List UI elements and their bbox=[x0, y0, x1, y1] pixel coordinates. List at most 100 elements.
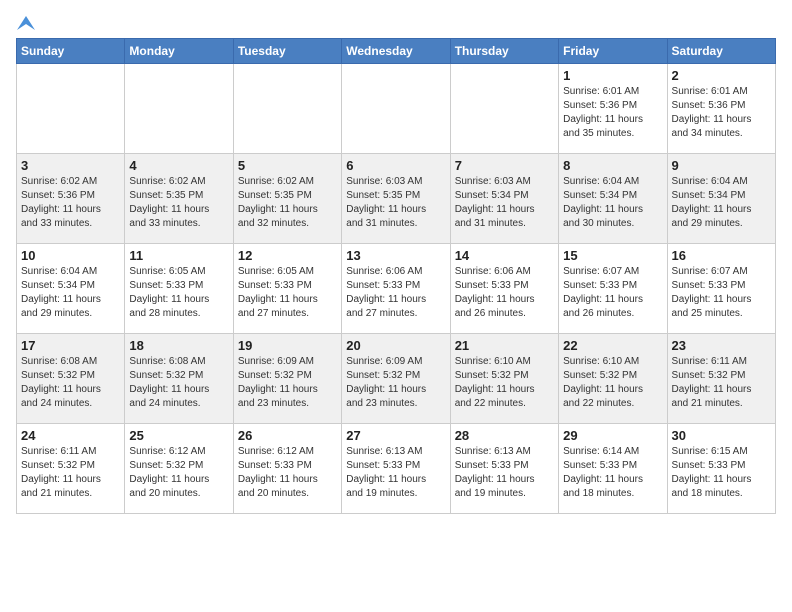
calendar-cell: 22Sunrise: 6:10 AM Sunset: 5:32 PM Dayli… bbox=[559, 334, 667, 424]
calendar-cell: 1Sunrise: 6:01 AM Sunset: 5:36 PM Daylig… bbox=[559, 64, 667, 154]
day-number: 17 bbox=[21, 338, 120, 353]
day-number: 15 bbox=[563, 248, 662, 263]
day-info: Sunrise: 6:08 AM Sunset: 5:32 PM Dayligh… bbox=[129, 355, 228, 411]
day-info: Sunrise: 6:09 AM Sunset: 5:32 PM Dayligh… bbox=[346, 355, 445, 411]
calendar-week-3: 10 Sunrise: 6:04 AM Sunset: 5:34 PM Dayli… bbox=[17, 244, 776, 334]
day-info: Sunrise: 6:04 AM Sunset: 5:34 PM Dayligh… bbox=[563, 175, 662, 231]
day-info: Sunrise: 6:15 AM Sunset: 5:33 PM Dayligh… bbox=[672, 445, 771, 501]
day-number: 29 bbox=[563, 428, 662, 443]
day-number: 3 bbox=[21, 158, 120, 173]
calendar-cell: 15 Sunrise: 6:07 AM Sunset: 5:33 PM Dayli… bbox=[559, 244, 667, 334]
day-number: 5 bbox=[238, 158, 337, 173]
day-info: Sunrise: 6:01 AM Sunset: 5:36 PM Dayligh… bbox=[672, 85, 771, 141]
calendar-cell: 18 Sunrise: 6:08 AM Sunset: 5:32 PM Dayli… bbox=[125, 334, 233, 424]
calendar-cell: 6 Sunrise: 6:03 AM Sunset: 5:35 PM Daylig… bbox=[342, 154, 450, 244]
calendar-cell: 23 Sunrise: 6:11 AM Sunset: 5:32 PM Dayli… bbox=[667, 334, 775, 424]
day-info: Sunrise: 6:11 AM Sunset: 5:32 PM Dayligh… bbox=[672, 355, 771, 411]
day-info: Sunrise: 6:10 AM Sunset: 5:32 PM Dayligh… bbox=[455, 355, 554, 411]
day-info: Sunrise: 6:12 AM Sunset: 5:33 PM Dayligh… bbox=[238, 445, 337, 501]
calendar-cell: 5 Sunrise: 6:02 AM Sunset: 5:35 PM Daylig… bbox=[233, 154, 341, 244]
calendar-cell bbox=[233, 64, 341, 154]
calendar-header-row: SundayMondayTuesdayWednesdayThursdayFrid… bbox=[17, 39, 776, 64]
calendar-cell: 26Sunrise: 6:12 AM Sunset: 5:33 PM Dayli… bbox=[233, 424, 341, 514]
calendar-header-tuesday: Tuesday bbox=[233, 39, 341, 64]
day-info: Sunrise: 6:13 AM Sunset: 5:33 PM Dayligh… bbox=[455, 445, 554, 501]
day-info: Sunrise: 6:11 AM Sunset: 5:32 PM Dayligh… bbox=[21, 445, 120, 501]
calendar-cell: 21 Sunrise: 6:10 AM Sunset: 5:32 PM Dayli… bbox=[450, 334, 558, 424]
day-number: 1 bbox=[563, 68, 662, 83]
day-number: 24 bbox=[21, 428, 120, 443]
day-number: 25 bbox=[129, 428, 228, 443]
calendar-cell: 12 Sunrise: 6:05 AM Sunset: 5:33 PM Dayli… bbox=[233, 244, 341, 334]
day-number: 16 bbox=[672, 248, 771, 263]
day-number: 8 bbox=[563, 158, 662, 173]
calendar-cell: 8 Sunrise: 6:04 AM Sunset: 5:34 PM Daylig… bbox=[559, 154, 667, 244]
day-info: Sunrise: 6:02 AM Sunset: 5:35 PM Dayligh… bbox=[129, 175, 228, 231]
calendar-cell: 10 Sunrise: 6:04 AM Sunset: 5:34 PM Dayli… bbox=[17, 244, 125, 334]
page-header bbox=[16, 16, 776, 26]
calendar-header-friday: Friday bbox=[559, 39, 667, 64]
calendar-cell: 4 Sunrise: 6:02 AM Sunset: 5:35 PM Daylig… bbox=[125, 154, 233, 244]
day-info: Sunrise: 6:06 AM Sunset: 5:33 PM Dayligh… bbox=[346, 265, 445, 321]
day-info: Sunrise: 6:06 AM Sunset: 5:33 PM Dayligh… bbox=[455, 265, 554, 321]
calendar-week-2: 3 Sunrise: 6:02 AM Sunset: 5:36 PM Daylig… bbox=[17, 154, 776, 244]
day-number: 19 bbox=[238, 338, 337, 353]
day-number: 10 bbox=[21, 248, 120, 263]
day-info: Sunrise: 6:03 AM Sunset: 5:34 PM Dayligh… bbox=[455, 175, 554, 231]
day-info: Sunrise: 6:03 AM Sunset: 5:35 PM Dayligh… bbox=[346, 175, 445, 231]
calendar-header-saturday: Saturday bbox=[667, 39, 775, 64]
day-info: Sunrise: 6:07 AM Sunset: 5:33 PM Dayligh… bbox=[563, 265, 662, 321]
calendar-cell: 27 Sunrise: 6:13 AM Sunset: 5:33 PM Dayli… bbox=[342, 424, 450, 514]
calendar-cell: 24 Sunrise: 6:11 AM Sunset: 5:32 PM Dayli… bbox=[17, 424, 125, 514]
calendar-cell: 25 Sunrise: 6:12 AM Sunset: 5:32 PM Dayli… bbox=[125, 424, 233, 514]
day-info: Sunrise: 6:07 AM Sunset: 5:33 PM Dayligh… bbox=[672, 265, 771, 321]
calendar-cell: 19 Sunrise: 6:09 AM Sunset: 5:32 PM Dayli… bbox=[233, 334, 341, 424]
calendar-cell bbox=[125, 64, 233, 154]
day-number: 9 bbox=[672, 158, 771, 173]
day-info: Sunrise: 6:14 AM Sunset: 5:33 PM Dayligh… bbox=[563, 445, 662, 501]
calendar-header-thursday: Thursday bbox=[450, 39, 558, 64]
day-info: Sunrise: 6:05 AM Sunset: 5:33 PM Dayligh… bbox=[129, 265, 228, 321]
day-info: Sunrise: 6:09 AM Sunset: 5:32 PM Dayligh… bbox=[238, 355, 337, 411]
calendar-cell: 14 Sunrise: 6:06 AM Sunset: 5:33 PM Dayli… bbox=[450, 244, 558, 334]
calendar-cell: 2 Sunrise: 6:01 AM Sunset: 5:36 PM Daylig… bbox=[667, 64, 775, 154]
day-number: 18 bbox=[129, 338, 228, 353]
day-number: 27 bbox=[346, 428, 445, 443]
calendar-cell bbox=[17, 64, 125, 154]
calendar-table: SundayMondayTuesdayWednesdayThursdayFrid… bbox=[16, 38, 776, 514]
day-info: Sunrise: 6:10 AM Sunset: 5:32 PM Dayligh… bbox=[563, 355, 662, 411]
calendar-cell: 3 Sunrise: 6:02 AM Sunset: 5:36 PM Daylig… bbox=[17, 154, 125, 244]
day-info: Sunrise: 6:02 AM Sunset: 5:36 PM Dayligh… bbox=[21, 175, 120, 231]
day-info: Sunrise: 6:04 AM Sunset: 5:34 PM Dayligh… bbox=[672, 175, 771, 231]
calendar-cell: 30Sunrise: 6:15 AM Sunset: 5:33 PM Dayli… bbox=[667, 424, 775, 514]
day-number: 13 bbox=[346, 248, 445, 263]
calendar-cell: 29 Sunrise: 6:14 AM Sunset: 5:33 PM Dayli… bbox=[559, 424, 667, 514]
logo bbox=[16, 16, 36, 26]
day-number: 7 bbox=[455, 158, 554, 173]
calendar-cell: 17Sunrise: 6:08 AM Sunset: 5:32 PM Dayli… bbox=[17, 334, 125, 424]
calendar-cell bbox=[450, 64, 558, 154]
day-number: 14 bbox=[455, 248, 554, 263]
day-number: 21 bbox=[455, 338, 554, 353]
calendar-cell: 9 Sunrise: 6:04 AM Sunset: 5:34 PM Daylig… bbox=[667, 154, 775, 244]
calendar-cell bbox=[342, 64, 450, 154]
calendar-header-sunday: Sunday bbox=[17, 39, 125, 64]
calendar-week-4: 17 Sunrise: 6:08 AM Sunset: 5:32 PM Dayli… bbox=[17, 334, 776, 424]
calendar-header-monday: Monday bbox=[125, 39, 233, 64]
calendar-week-1: 1 Sunrise: 6:01 AM Sunset: 5:36 PM Daylig… bbox=[17, 64, 776, 154]
day-info: Sunrise: 6:05 AM Sunset: 5:33 PM Dayligh… bbox=[238, 265, 337, 321]
calendar-cell: 11Sunrise: 6:05 AM Sunset: 5:33 PM Dayli… bbox=[125, 244, 233, 334]
day-info: Sunrise: 6:12 AM Sunset: 5:32 PM Dayligh… bbox=[129, 445, 228, 501]
day-number: 6 bbox=[346, 158, 445, 173]
day-number: 2 bbox=[672, 68, 771, 83]
day-info: Sunrise: 6:13 AM Sunset: 5:33 PM Dayligh… bbox=[346, 445, 445, 501]
calendar-week-5: 24 Sunrise: 6:11 AM Sunset: 5:32 PM Dayli… bbox=[17, 424, 776, 514]
calendar-cell: 7 Sunrise: 6:03 AM Sunset: 5:34 PM Daylig… bbox=[450, 154, 558, 244]
day-number: 4 bbox=[129, 158, 228, 173]
day-number: 12 bbox=[238, 248, 337, 263]
day-info: Sunrise: 6:02 AM Sunset: 5:35 PM Dayligh… bbox=[238, 175, 337, 231]
day-info: Sunrise: 6:04 AM Sunset: 5:34 PM Dayligh… bbox=[21, 265, 120, 321]
calendar-cell: 20Sunrise: 6:09 AM Sunset: 5:32 PM Dayli… bbox=[342, 334, 450, 424]
calendar-cell: 13 Sunrise: 6:06 AM Sunset: 5:33 PM Dayli… bbox=[342, 244, 450, 334]
day-number: 23 bbox=[672, 338, 771, 353]
